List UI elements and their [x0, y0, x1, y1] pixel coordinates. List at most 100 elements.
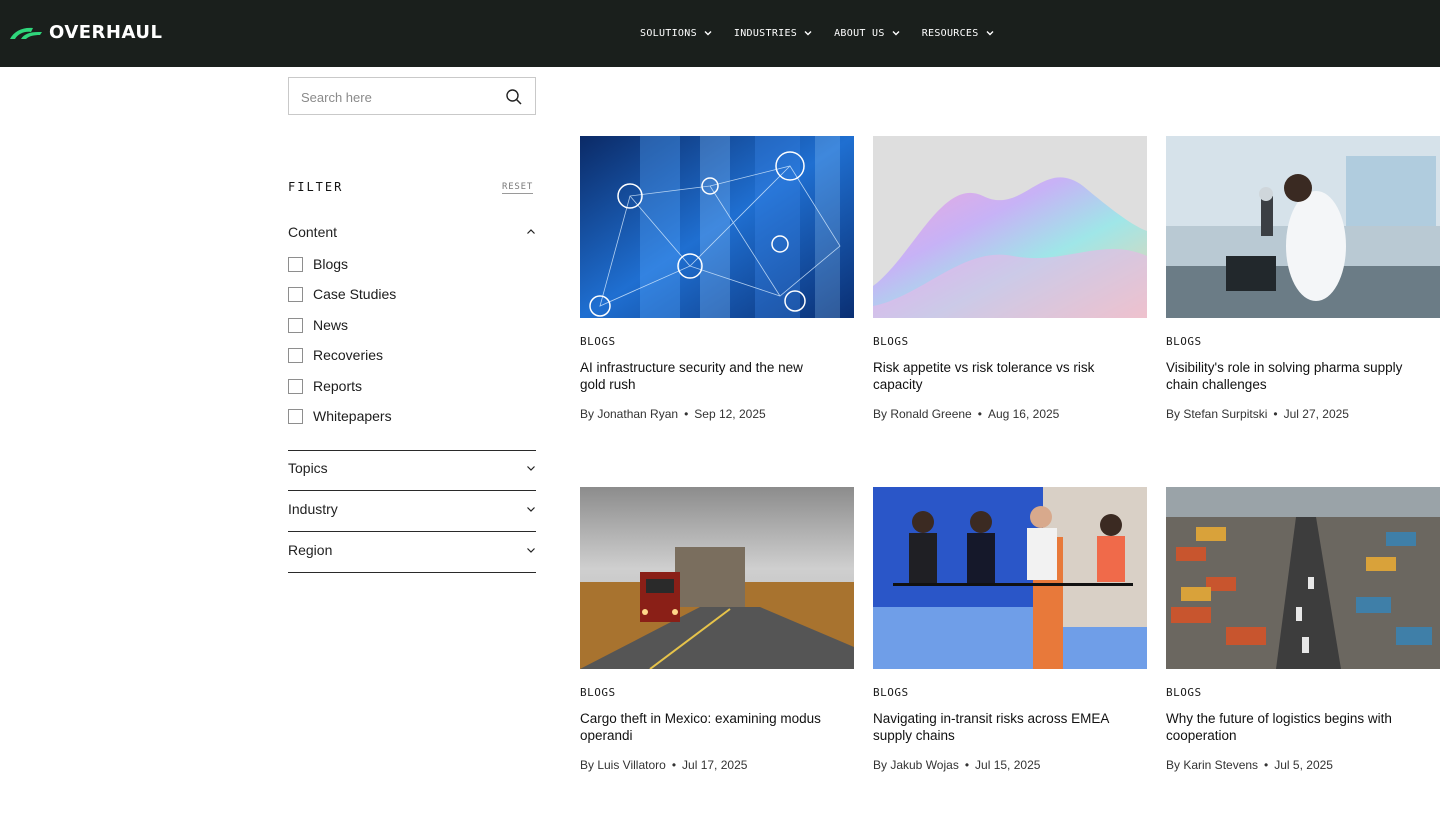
overhaul-logo[interactable]: OVERHAUL — [9, 24, 162, 42]
article-card[interactable]: BLOGS AI infrastructure security and the… — [580, 136, 854, 421]
filter-heading: FILTER — [288, 180, 344, 194]
article-meta: By Jonathan Ryan • Sep 12, 2025 — [580, 407, 854, 421]
filter-option-whitepapers[interactable]: Whitepapers — [288, 407, 392, 425]
separator-dot: • — [671, 758, 677, 772]
separator-dot: • — [684, 407, 689, 421]
topics-filter-toggle[interactable]: Topics — [288, 458, 536, 478]
chevron-down-icon — [804, 31, 812, 36]
article-date: Jul 5, 2025 — [1274, 758, 1333, 772]
chevron-up-icon — [527, 229, 535, 234]
search-box — [288, 77, 536, 115]
article-title[interactable]: Why the future of logistics begins with … — [1166, 710, 1411, 744]
separator-dot: • — [977, 407, 982, 421]
article-author: By Karin Stevens — [1166, 758, 1259, 772]
article-author: By Ronald Greene — [873, 407, 972, 421]
article-thumbnail-lab-scientist[interactable] — [1166, 136, 1440, 318]
article-author: By Luis Villatoro — [580, 758, 666, 772]
checkbox[interactable] — [288, 256, 303, 272]
main-nav: SOLUTIONS INDUSTRIES ABOUT US RESOURCES — [640, 25, 1016, 41]
checkbox[interactable] — [288, 378, 303, 394]
overhaul-logo-mark-icon — [10, 27, 42, 39]
article-card[interactable]: BLOGS Why the future of logistics begins… — [1166, 487, 1440, 772]
region-filter-toggle[interactable]: Region — [288, 540, 536, 560]
article-author: By Jonathan Ryan — [580, 407, 679, 421]
nav-solutions[interactable]: SOLUTIONS — [640, 25, 713, 41]
article-meta: By Karin Stevens • Jul 5, 2025 — [1166, 758, 1440, 772]
article-card[interactable]: BLOGS Visibility's role in solving pharm… — [1166, 136, 1440, 421]
topics-filter-label: Topics — [288, 460, 328, 476]
article-title[interactable]: Cargo theft in Mexico: examining modus o… — [580, 710, 825, 744]
nav-industries[interactable]: INDUSTRIES — [734, 25, 813, 41]
article-thumbnail-holographic-wave[interactable] — [873, 136, 1147, 318]
nav-industries-label: INDUSTRIES — [733, 27, 798, 39]
content-filter-toggle[interactable]: Content — [288, 222, 536, 242]
article-meta: By Luis Villatoro • Jul 17, 2025 — [580, 758, 854, 772]
article-category[interactable]: BLOGS — [1166, 686, 1440, 700]
industry-filter-toggle[interactable]: Industry — [288, 499, 536, 519]
article-title[interactable]: Visibility's role in solving pharma supp… — [1166, 359, 1411, 393]
checkbox[interactable] — [288, 286, 303, 302]
divider — [288, 572, 536, 573]
chevron-down-icon — [892, 31, 900, 36]
divider — [288, 531, 536, 532]
article-meta: By Ronald Greene • Aug 16, 2025 — [873, 407, 1147, 421]
article-date: Aug 16, 2025 — [987, 407, 1060, 421]
article-thumbnail-network[interactable] — [580, 136, 854, 318]
filter-option-label: Case Studies — [313, 286, 397, 302]
nav-about-us-label: ABOUT US — [834, 27, 885, 39]
article-card[interactable]: BLOGS Cargo theft in Mexico: examining m… — [580, 487, 854, 772]
article-date: Sep 12, 2025 — [694, 407, 766, 421]
separator-dot: • — [964, 758, 970, 772]
divider — [288, 490, 536, 491]
separator-dot: • — [1264, 758, 1269, 772]
content-filter-label: Content — [288, 224, 338, 240]
checkbox[interactable] — [288, 317, 303, 333]
filter-option-label: Recoveries — [313, 347, 384, 363]
filter-option-recoveries[interactable]: Recoveries — [288, 346, 383, 364]
chevron-down-icon — [704, 31, 712, 36]
article-author: By Jakub Wojas — [873, 758, 959, 772]
article-category[interactable]: BLOGS — [580, 335, 854, 349]
filter-option-label: Blogs — [313, 256, 349, 272]
region-filter-label: Region — [288, 542, 333, 558]
article-meta: By Jakub Wojas • Jul 15, 2025 — [873, 758, 1147, 772]
article-title[interactable]: Navigating in-transit risks across EMEA … — [873, 710, 1118, 744]
checkbox[interactable] — [288, 408, 303, 424]
chevron-down-icon — [527, 466, 535, 471]
filter-option-reports[interactable]: Reports — [288, 377, 362, 395]
filter-option-blogs[interactable]: Blogs — [288, 255, 348, 273]
chevron-down-icon — [527, 548, 535, 553]
reset-filters-link[interactable]: RESET — [502, 182, 534, 194]
article-date: Jul 27, 2025 — [1283, 407, 1349, 421]
filter-option-news[interactable]: News — [288, 316, 348, 334]
article-category[interactable]: BLOGS — [873, 335, 1147, 349]
search-input[interactable] — [301, 87, 491, 107]
article-category[interactable]: BLOGS — [873, 686, 1147, 700]
chevron-down-icon — [986, 31, 994, 36]
article-author: By Stefan Surpitski — [1166, 407, 1268, 421]
separator-dot: • — [1273, 407, 1278, 421]
article-card[interactable]: BLOGS Navigating in-transit risks across… — [873, 487, 1147, 772]
article-category[interactable]: BLOGS — [580, 686, 854, 700]
article-thumbnail-panel-discussion[interactable] — [873, 487, 1147, 669]
nav-resources[interactable]: RESOURCES — [922, 25, 995, 41]
checkbox[interactable] — [288, 347, 303, 363]
article-thumbnail-shipping-port[interactable] — [1166, 487, 1440, 669]
nav-about-us[interactable]: ABOUT US — [834, 25, 901, 41]
article-thumbnail-truck[interactable] — [580, 487, 854, 669]
article-title[interactable]: AI infrastructure security and the new g… — [580, 359, 825, 393]
search-icon[interactable] — [505, 88, 523, 106]
chevron-down-icon — [527, 507, 535, 512]
article-date: Jul 17, 2025 — [682, 758, 748, 772]
filter-option-case-studies[interactable]: Case Studies — [288, 285, 396, 303]
article-card[interactable]: BLOGS Risk appetite vs risk tolerance vs… — [873, 136, 1147, 421]
filter-option-label: Reports — [313, 378, 363, 394]
article-category[interactable]: BLOGS — [1166, 335, 1440, 349]
article-date: Jul 15, 2025 — [975, 758, 1041, 772]
filter-option-label: Whitepapers — [313, 408, 392, 424]
logo-wordmark: OVERHAUL — [49, 22, 163, 43]
industry-filter-label: Industry — [288, 501, 338, 517]
nav-resources-label: RESOURCES — [921, 27, 979, 39]
nav-solutions-label: SOLUTIONS — [640, 27, 697, 39]
article-title[interactable]: Risk appetite vs risk tolerance vs risk … — [873, 359, 1118, 393]
